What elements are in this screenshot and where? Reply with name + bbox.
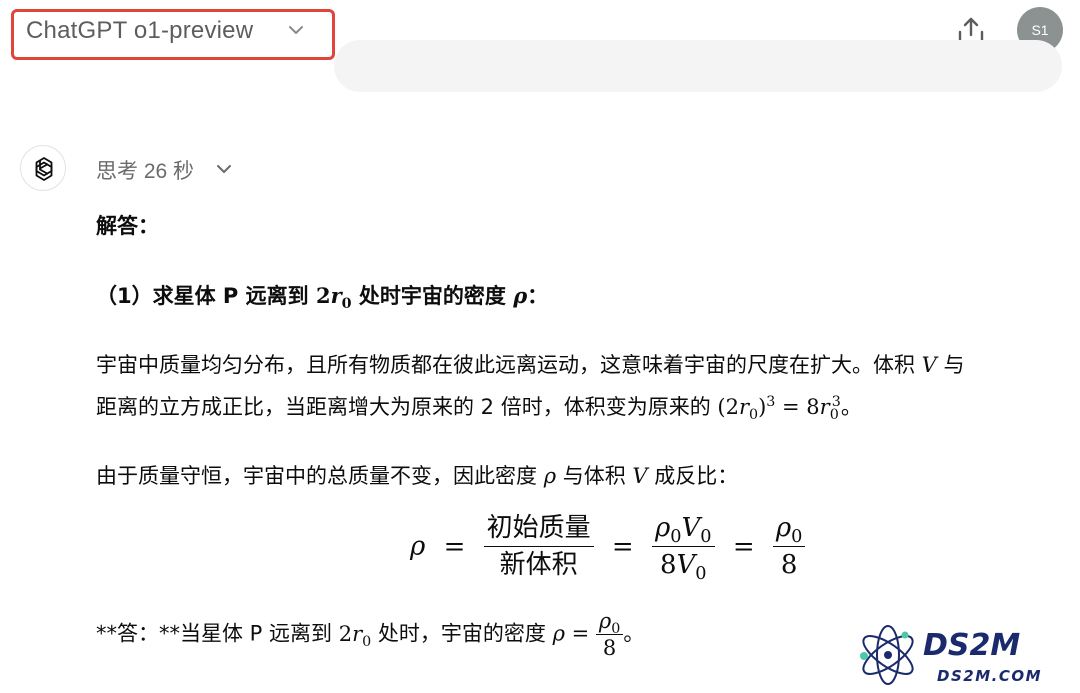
- watermark-sub-text: DS2M.COM: [937, 667, 1042, 685]
- fraction-rho0-over-8: ρ0 8: [595, 608, 624, 661]
- math-rho: ρ: [513, 283, 528, 308]
- fraction-rho0v0-over-8v0: ρ0V0 8V0: [651, 510, 715, 583]
- paragraph-line-2: 距离的立方成正比，当距离增大为原来的 2 倍时，体积变为原来的 (2r0)3 =…: [96, 393, 1066, 424]
- watermark-main-text: DS2M: [923, 628, 1020, 663]
- paragraph-line-1: 宇宙中质量均匀分布，且所有物质都在彼此远离运动，这意味着宇宙的尺度在扩大。体积 …: [96, 351, 1066, 379]
- paragraph-1-end: 与: [936, 353, 965, 377]
- paragraph-3: 由于质量守恒，宇宙中的总质量不变，因此密度 ρ 与体积 V 成反比：: [96, 462, 1066, 490]
- part-1-mid: 处时宇宙的密度: [351, 284, 514, 308]
- fraction-numerator: ρ0V0: [654, 513, 712, 548]
- equation-lhs: ρ: [410, 531, 426, 562]
- fraction-denominator: 8: [595, 634, 624, 661]
- previous-user-message-bubble: [334, 40, 1062, 92]
- paragraph-3-mid: 与体积: [556, 464, 633, 488]
- math-v: V: [921, 353, 937, 377]
- chevron-down-icon[interactable]: [216, 163, 232, 175]
- r-subscript: 0: [341, 296, 352, 313]
- answer-heading: 解答：: [96, 214, 159, 238]
- fraction-numerator: ρ0: [775, 513, 803, 548]
- part-1-suffix: ：: [527, 284, 549, 308]
- math-2r0: 2r0: [315, 283, 352, 313]
- fraction-denominator: 新体积: [483, 546, 594, 583]
- model-selector[interactable]: ChatGPT o1-preview: [26, 17, 253, 45]
- fraction-denominator: 8V0: [651, 546, 715, 583]
- openai-logo-icon: [35, 157, 53, 181]
- answer-mid: 处时，宇宙的密度: [371, 621, 553, 646]
- thought-duration-toggle[interactable]: 思考 26 秒: [96, 155, 194, 185]
- part-1-prefix: （1）求星体 P 远离到: [96, 284, 316, 308]
- paragraph-2-end: 。: [840, 395, 862, 419]
- paragraph-1-text: 宇宙中质量均匀分布，且所有物质都在彼此远离运动，这意味着宇宙的尺度在扩大。体积: [96, 353, 922, 377]
- equals-sign: =: [443, 531, 466, 562]
- paragraph-3-end: 成反比：: [647, 464, 739, 488]
- fraction-numerator: 初始质量: [486, 513, 591, 543]
- math-rho: ρ: [543, 464, 557, 488]
- math-v: V: [632, 464, 648, 488]
- assistant-avatar: [20, 145, 66, 191]
- ds2m-watermark-logo: DS2M DS2M.COM: [860, 625, 1042, 685]
- equals-sign: =: [611, 531, 634, 562]
- fraction-denominator: 8: [772, 546, 806, 583]
- fraction-rho0-over-8: ρ0 8: [772, 510, 806, 583]
- equals-sign: =: [732, 531, 755, 562]
- paragraph-3-text: 由于质量守恒，宇宙中的总质量不变，因此密度: [96, 464, 544, 488]
- math-rho: ρ: [552, 621, 565, 646]
- part-1-heading: （1）求星体 P 远离到 2r0 处时宇宙的密度 ρ：: [96, 282, 1066, 313]
- answer-end: 。: [623, 621, 645, 646]
- math-volume-ratio: (2r0)3 = 8r03: [717, 394, 841, 424]
- math-2r0: 2r0: [338, 621, 372, 650]
- paragraph-2-text: 距离的立方成正比，当距离增大为原来的 2 倍时，体积变为原来的: [96, 395, 718, 419]
- chevron-down-icon[interactable]: [288, 24, 304, 36]
- fraction-mass-over-volume: 初始质量 新体积: [483, 510, 594, 583]
- answer-prefix: **答：**当星体 P 远离到: [96, 621, 339, 646]
- density-equation: ρ = 初始质量 新体积 = ρ0V0 8V0 = ρ0 8: [410, 510, 806, 583]
- atom-icon: [860, 625, 914, 685]
